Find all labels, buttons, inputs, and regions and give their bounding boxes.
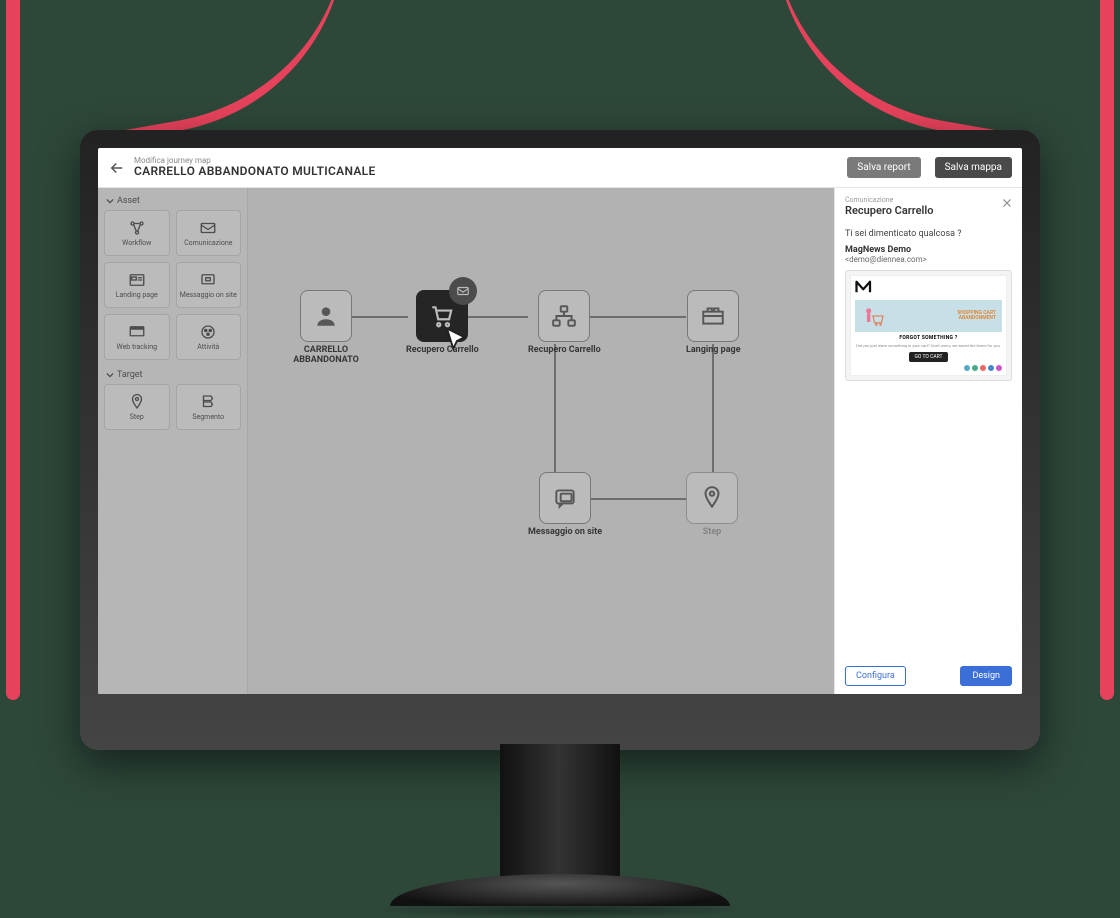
canvas[interactable]: CARRELLO ABBANDONATO Recupero Carrello R… <box>248 188 834 694</box>
landing-page-icon <box>700 303 726 329</box>
panel-question: Ti sei dimenticato qualcosa ? <box>845 229 1012 239</box>
node-step[interactable]: Step <box>686 472 738 538</box>
app-header: Modifica journey map CARRELLO ABBANDONAT… <box>98 148 1022 188</box>
chat-icon <box>552 485 578 511</box>
landing-icon <box>128 271 146 289</box>
segment-icon <box>199 393 217 411</box>
email-preview[interactable]: SHOPPING CARTABANDONMENT FORGOT SOMETHIN… <box>845 270 1012 381</box>
monitor-stand <box>500 744 620 884</box>
chevron-down-icon <box>106 197 114 205</box>
sidebar-section-asset[interactable]: Asset <box>104 192 241 210</box>
save-map-button[interactable]: Salva mappa <box>935 157 1012 178</box>
panel-from-email: <demo@diennea.com> <box>845 255 1012 264</box>
workflow-icon <box>128 219 146 237</box>
close-icon[interactable] <box>1000 196 1014 210</box>
node-messaggio[interactable]: Messaggio on site <box>528 472 602 538</box>
panel-title: Recupero Carrello <box>845 204 1012 217</box>
mail-badge-icon <box>449 277 477 305</box>
pin-icon <box>699 485 725 511</box>
banner-illustration-icon <box>861 304 895 328</box>
node-landing[interactable]: Langing page <box>686 290 741 356</box>
connector <box>712 344 714 472</box>
cursor-icon <box>442 326 472 356</box>
back-arrow-icon[interactable] <box>108 159 126 177</box>
connector <box>554 344 556 472</box>
monitor-shadow <box>370 902 750 918</box>
decoration-curve-right <box>743 0 1037 141</box>
tile-step[interactable]: Step <box>104 384 170 430</box>
decoration-curve-left <box>83 0 377 141</box>
preview-body: Did you just leave something in your car… <box>855 344 1002 349</box>
mail-icon <box>199 219 217 237</box>
panel-from-name: MagNews Demo <box>845 245 911 255</box>
monitor-frame: Modifica journey map CARRELLO ABBANDONAT… <box>80 130 1040 750</box>
page-title: CARRELLO ABBANDONATO MULTICANALE <box>134 165 833 178</box>
tile-workflow[interactable]: Workflow <box>104 210 170 256</box>
sidebar-section-asset-label: Asset <box>117 196 140 206</box>
hierarchy-icon <box>551 303 577 329</box>
preview-headline: FORGOT SOMETHING ? <box>855 335 1002 341</box>
preview-banner: SHOPPING CARTABANDONMENT <box>855 300 1002 332</box>
design-button[interactable]: Design <box>960 666 1012 686</box>
node-recupero-2[interactable]: Recupero Carrello <box>528 290 601 356</box>
tile-comunicazione[interactable]: Comunicazione <box>176 210 242 256</box>
sidebar: Asset Workflow Comunicazione <box>98 188 248 694</box>
preview-social-icons <box>855 365 1002 371</box>
tile-webtracking[interactable]: Web tracking <box>104 314 170 360</box>
chevron-down-icon <box>106 371 114 379</box>
save-report-button[interactable]: Salva report <box>847 157 920 178</box>
node-start[interactable]: CARRELLO ABBANDONATO <box>286 290 366 366</box>
sidebar-section-target[interactable]: Target <box>104 366 241 384</box>
tile-segmento[interactable]: Segmento <box>176 384 242 430</box>
tile-landing-page[interactable]: Landing page <box>104 262 170 308</box>
node-recupero-1[interactable]: Recupero Carrello <box>406 290 479 356</box>
panel-category: Comunicazione <box>845 196 1012 204</box>
webtracking-icon <box>128 323 146 341</box>
app-screen: Modifica journey map CARRELLO ABBANDONAT… <box>98 148 1022 694</box>
onsite-msg-icon <box>199 271 217 289</box>
preview-cta: GO TO CART <box>909 352 949 362</box>
decoration-left <box>6 0 20 700</box>
configure-button[interactable]: Configura <box>845 666 906 686</box>
activity-icon <box>199 323 217 341</box>
decoration-right <box>1100 0 1114 700</box>
person-icon <box>313 303 339 329</box>
tile-attivita[interactable]: Attività <box>176 314 242 360</box>
app-body: Asset Workflow Comunicazione <box>98 188 1022 694</box>
preview-logo <box>855 280 1002 297</box>
pin-icon <box>128 393 146 411</box>
sidebar-section-target-label: Target <box>117 370 143 380</box>
tile-messaggio-onsite[interactable]: Messaggio on site <box>176 262 242 308</box>
right-panel: Comunicazione Recupero Carrello Ti sei d… <box>834 188 1022 694</box>
